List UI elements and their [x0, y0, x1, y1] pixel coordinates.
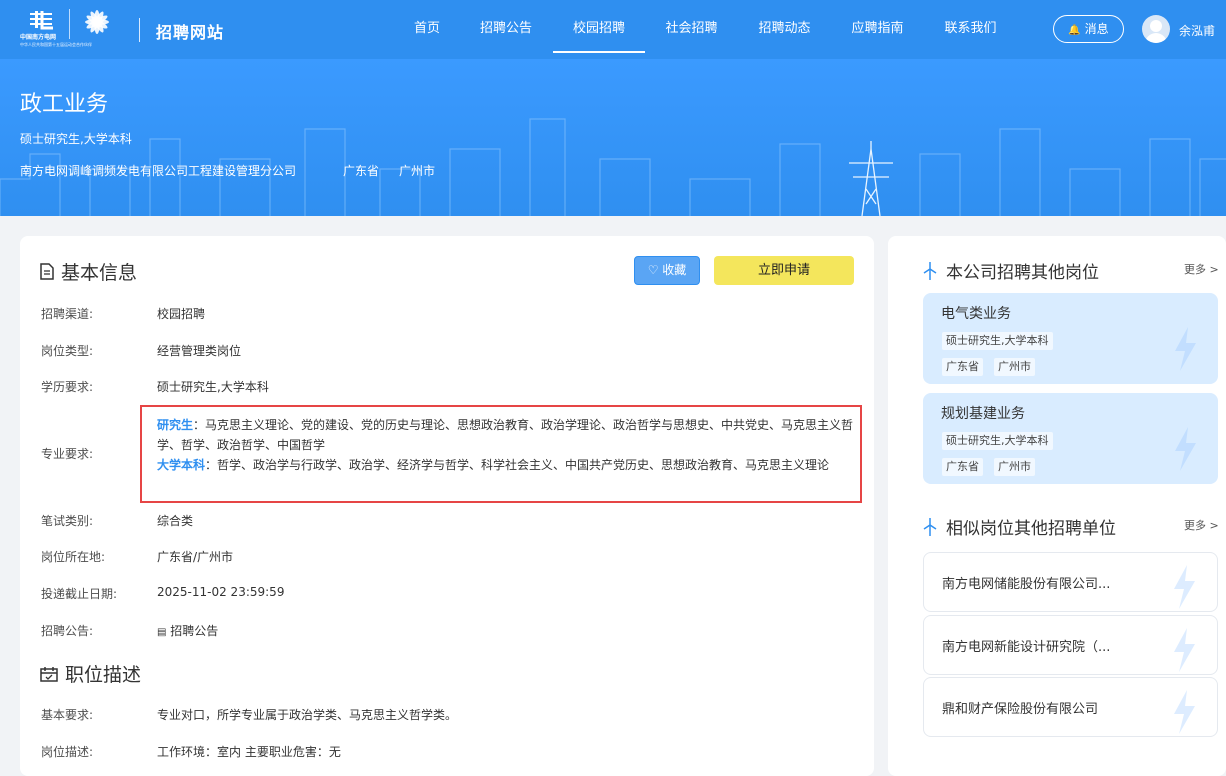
similar-units-more-link[interactable]: 更多 > — [1184, 517, 1219, 533]
field-value: 硕士研究生,大学本科 — [157, 380, 269, 394]
tag-province: 广东省 — [942, 458, 983, 476]
job-description-header: 职位描述 — [40, 660, 141, 687]
company-logo[interactable]: 中国南方电网 中华人民共和国第十五届运动会合作伙伴 — [20, 6, 124, 52]
header-divider — [139, 18, 140, 42]
job-company: 南方电网调峰调频发电有限公司工程建设管理分公司 — [20, 164, 297, 178]
user-avatar[interactable] — [1142, 15, 1170, 43]
nav-application-guide[interactable]: 应聘指南 — [831, 0, 924, 59]
tag-education: 硕士研究生,大学本科 — [942, 432, 1053, 450]
colon: ： — [205, 458, 218, 472]
job-city: 广州市 — [399, 164, 436, 178]
colon: ： — [193, 418, 206, 432]
field-value: 综合类 — [157, 514, 194, 528]
other-jobs-more-link[interactable]: 更多 > — [1184, 261, 1219, 277]
messages-button[interactable]: 🔔 消息 — [1053, 15, 1124, 43]
tag-city: 广州市 — [994, 458, 1035, 476]
main-nav: 首页 招聘公告 校园招聘 社会招聘 招聘动态 应聘指南 联系我们 — [395, 0, 1017, 59]
field-label: 专业要求: — [41, 447, 94, 461]
field-label: 投递截止日期: — [41, 587, 118, 601]
unit-name: 南方电网储能股份有限公司... — [942, 577, 1111, 592]
undergrad-majors: 哲学、政治学与行政学、政治学、经济学与哲学、科学社会主义、中国共产党历史、思想政… — [217, 458, 830, 472]
undergrad-label: 大学本科 — [157, 458, 206, 472]
user-name[interactable]: 余泓甫 — [1179, 22, 1215, 39]
other-jobs-header: 本公司招聘其他岗位 — [922, 258, 1099, 283]
city-skyline-illustration — [0, 118, 1226, 216]
unit-name: 南方电网新能设计研究院（... — [942, 640, 1111, 655]
heart-icon: ♡ — [647, 263, 659, 277]
notice-link[interactable]: ▤ 招聘公告 — [157, 622, 218, 639]
nav-social-recruitment[interactable]: 社会招聘 — [645, 0, 738, 59]
user-icon — [1145, 20, 1167, 43]
field-value: 广东省/广州市 — [157, 550, 234, 564]
job-title: 政工业务 — [20, 92, 109, 117]
other-job-title: 电气类业务 — [941, 306, 1011, 322]
bell-icon: 🔔 — [1068, 25, 1081, 36]
lightning-icon — [1174, 628, 1195, 672]
similar-units-header: 相似岗位其他招聘单位 — [922, 514, 1116, 539]
graduate-majors: 马克思主义理论、党的建设、党的历史与理论、思想政治教育、政治学理论、政治哲学与思… — [157, 418, 854, 452]
lightning-icon — [1175, 427, 1196, 471]
unit-name: 鼎和财产保险股份有限公司 — [942, 702, 1099, 717]
other-job-card[interactable]: 电气类业务 硕士研究生,大学本科 广东省 广州市 — [923, 293, 1218, 384]
wind-turbine-icon — [923, 261, 937, 280]
graduate-label: 研究生 — [157, 418, 194, 432]
field-label: 学历要求: — [41, 380, 94, 394]
major-requirements-text: 研究生：马克思主义理论、党的建设、党的历史与理论、思想政治教育、政治学理论、政治… — [157, 415, 854, 475]
nav-recruitment-news[interactable]: 招聘动态 — [738, 0, 831, 59]
field-label: 岗位所在地: — [41, 550, 106, 564]
favorite-label: 收藏 — [662, 263, 687, 277]
similar-unit-card[interactable]: 南方电网新能设计研究院（... — [923, 615, 1218, 675]
field-value: 专业对口，所学专业属于政治学类、马克思主义哲学类。 — [157, 708, 458, 722]
messages-label: 消息 — [1084, 22, 1109, 36]
other-job-title: 规划基建业务 — [941, 406, 1025, 422]
field-label: 招聘渠道: — [41, 307, 94, 321]
field-label: 基本要求: — [41, 708, 94, 722]
logo-caption: 中华人民共和国第十五届运动会合作伙伴 — [20, 42, 92, 47]
favorite-button[interactable]: ♡ 收藏 — [634, 256, 700, 285]
other-jobs-title: 本公司招聘其他岗位 — [946, 263, 1099, 283]
lightning-icon — [1175, 327, 1196, 371]
top-navigation-bar: 中国南方电网 中华人民共和国第十五届运动会合作伙伴 招聘网站 首页 招聘公告 校… — [0, 0, 1226, 59]
similar-units-title: 相似岗位其他招聘单位 — [946, 519, 1116, 539]
notice-link-label: 招聘公告 — [170, 624, 219, 638]
field-value: 经营管理类岗位 — [157, 344, 242, 358]
calendar-icon — [40, 666, 58, 682]
other-job-card[interactable]: 规划基建业务 硕士研究生,大学本科 广东省 广州市 — [923, 393, 1218, 484]
similar-unit-card[interactable]: 南方电网储能股份有限公司... — [923, 552, 1218, 612]
tag-province: 广东省 — [942, 358, 983, 376]
nav-announcements[interactable]: 招聘公告 — [459, 0, 553, 59]
field-label: 笔试类别: — [41, 514, 94, 528]
lightning-icon — [1174, 690, 1195, 734]
nav-campus-recruitment[interactable]: 校园招聘 — [553, 0, 645, 59]
site-title[interactable]: 招聘网站 — [156, 19, 224, 43]
job-detail-card: 基本信息 ♡ 收藏 立即申请 招聘渠道: 校园招聘 岗位类型: 经营管理类岗位 … — [20, 236, 874, 776]
tag-education: 硕士研究生,大学本科 — [942, 332, 1053, 350]
similar-unit-card[interactable]: 鼎和财产保险股份有限公司 — [923, 677, 1218, 737]
job-description-title: 职位描述 — [65, 664, 142, 686]
field-label: 招聘公告: — [41, 624, 94, 638]
lightning-icon — [1174, 565, 1195, 609]
apply-now-button[interactable]: 立即申请 — [714, 256, 854, 285]
file-icon: ▤ — [157, 627, 167, 638]
nav-home[interactable]: 首页 — [395, 0, 459, 59]
basic-info-title: 基本信息 — [61, 262, 138, 284]
job-education: 硕士研究生,大学本科 — [20, 132, 132, 146]
basic-info-header: 基本信息 — [40, 258, 137, 285]
field-label: 岗位类型: — [41, 344, 94, 358]
document-icon — [40, 263, 54, 280]
wind-turbine-icon — [923, 517, 937, 536]
field-value: 校园招聘 — [157, 307, 206, 321]
field-label: 岗位描述: — [41, 745, 94, 759]
field-value: 2025-11-02 23:59:59 — [157, 585, 285, 599]
nav-contact-us[interactable]: 联系我们 — [924, 0, 1017, 59]
job-banner: 政工业务 硕士研究生,大学本科 南方电网调峰调频发电有限公司工程建设管理分公司 … — [0, 59, 1226, 216]
job-province: 广东省 — [343, 164, 380, 178]
sidebar-card: 本公司招聘其他岗位 更多 > 电气类业务 硕士研究生,大学本科 广东省 广州市 … — [888, 236, 1226, 776]
major-requirements-box: 研究生：马克思主义理论、党的建设、党的历史与理论、思想政治教育、政治学理论、政治… — [140, 405, 862, 503]
logo-brand-text: 中国南方电网 — [20, 34, 57, 41]
field-value: 工作环境：室内 主要职业危害：无 — [157, 745, 341, 759]
tag-city: 广州市 — [994, 358, 1035, 376]
